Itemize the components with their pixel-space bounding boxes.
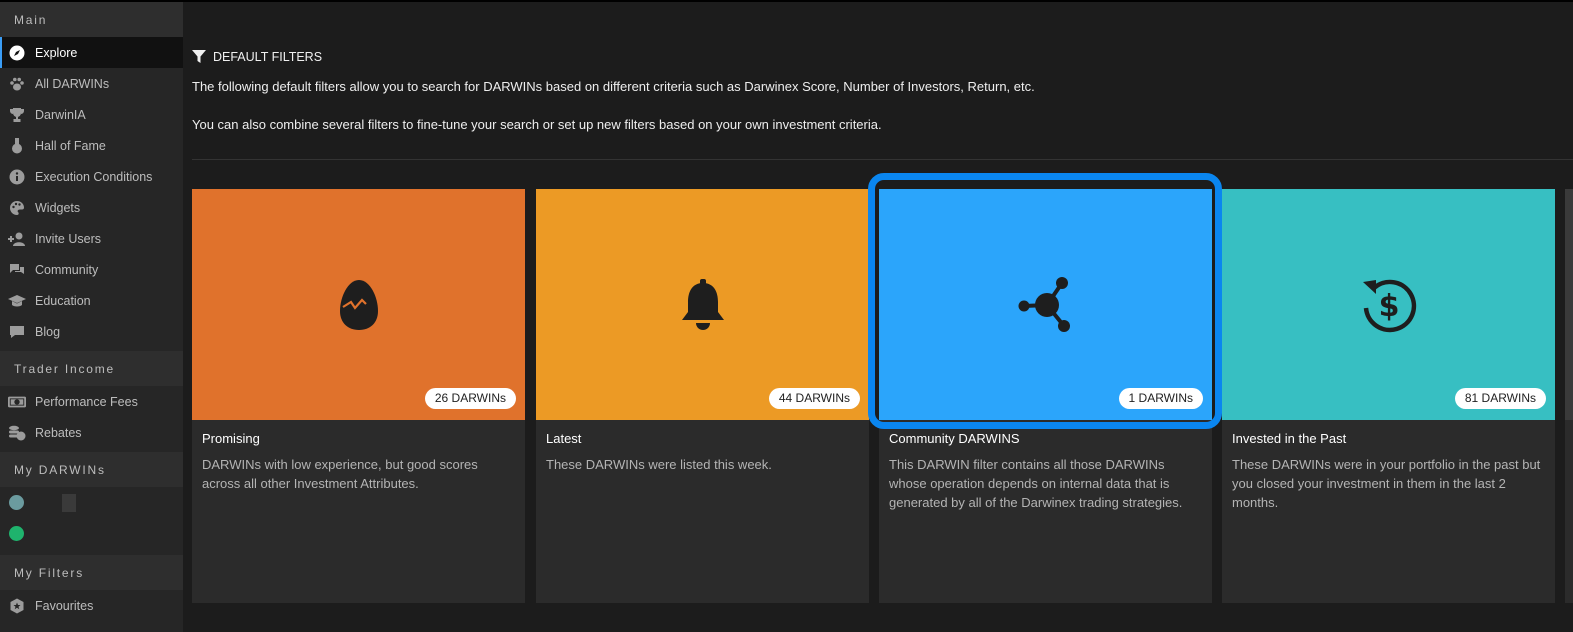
medal-icon	[8, 137, 26, 155]
card-banner: $ 81 DARWINs	[1222, 189, 1555, 420]
card-title: Latest	[546, 431, 582, 446]
filter-card-latest[interactable]: 44 DARWINs Latest These DARWINs were lis…	[536, 189, 869, 603]
card-description: This DARWIN filter contains all those DA…	[889, 457, 1183, 510]
sidebar-item-widgets[interactable]: Widgets	[0, 192, 183, 223]
sidebar-item-blog[interactable]: Blog	[0, 316, 183, 347]
sidebar-item-label: Execution Conditions	[35, 169, 153, 184]
card-banner: 1 DARWINs	[879, 189, 1212, 420]
svg-text:$: $	[1378, 289, 1399, 324]
sidebar-item-label: Blog	[35, 324, 61, 339]
darwin-count-badge: 44 DARWINs	[768, 388, 860, 409]
card-title: Community DARWINS	[889, 431, 1020, 446]
sidebar-item-all-darwins[interactable]: All DARWINs	[0, 68, 183, 99]
filter-card-invested-in-the-past[interactable]: $ 81 DARWINs Invested in the Past These …	[1222, 189, 1555, 603]
user-plus-icon	[8, 230, 26, 248]
dollar-history-icon: $	[1362, 279, 1416, 332]
filters-description: The following default filters allow you …	[192, 79, 1035, 94]
sidebar-item-hall-of-fame[interactable]: Hall of Fame	[0, 130, 183, 161]
sidebar-section-my-darwins: My DARWINs	[0, 452, 183, 487]
network-hub-icon	[1018, 276, 1070, 332]
filter-card-community-darwins[interactable]: 1 DARWINs Community DARWINS This DARWIN …	[879, 189, 1212, 603]
sidebar-item-label: Explore	[35, 45, 78, 60]
compass-icon	[8, 44, 26, 62]
sidebar-section-trader-income: Trader Income	[0, 351, 183, 386]
filter-icon	[192, 50, 206, 63]
sidebar-item-label: DarwinIA	[35, 107, 86, 122]
card-description: These DARWINs were in your portfolio in …	[1232, 457, 1541, 510]
sidebar-item-education[interactable]: Education	[0, 285, 183, 316]
sidebar-item-label: Invite Users	[35, 231, 101, 246]
card-banner: 26 DARWINs	[192, 189, 525, 420]
filter-card-partial[interactable]	[1565, 189, 1573, 603]
card-description: DARWINs with low experience, but good sc…	[202, 457, 478, 491]
darwin-status-dot	[9, 526, 24, 541]
sidebar-item-explore[interactable]: Explore	[0, 37, 183, 68]
comment-icon	[8, 323, 26, 341]
sidebar-item-label: Performance Fees	[35, 394, 138, 409]
sidebar-item-label: Education	[35, 293, 91, 308]
sidebar-section-main: Main	[0, 2, 183, 37]
sidebar-item-favourites[interactable]: Favourites	[0, 590, 183, 621]
chat-bubbles-icon	[8, 261, 26, 279]
my-darwin-item[interactable]	[0, 487, 183, 518]
card-title: Promising	[202, 431, 260, 446]
filter-card-promising[interactable]: 26 DARWINs Promising DARWINs with low ex…	[192, 189, 525, 603]
sidebar-item-label: All DARWINs	[35, 76, 110, 91]
card-title: Invested in the Past	[1232, 431, 1347, 446]
divider	[192, 159, 1573, 160]
graduation-cap-icon	[8, 292, 26, 310]
filters-description-secondary: You can also combine several filters to …	[192, 117, 882, 132]
bell-icon	[681, 278, 724, 330]
darwin-count-badge: 1 DARWINs	[1118, 388, 1203, 409]
darwin-count-badge: 81 DARWINs	[1454, 388, 1546, 409]
sidebar-item-invite-users[interactable]: Invite Users	[0, 223, 183, 254]
darwin-count-badge: 26 DARWINs	[424, 388, 516, 409]
cracked-egg-icon	[339, 279, 378, 330]
palette-icon	[8, 199, 26, 217]
sidebar-item-label: Rebates	[35, 425, 82, 440]
sidebar-item-darwinia[interactable]: DarwinIA	[0, 99, 183, 130]
trophy-icon	[8, 106, 26, 124]
sidebar-item-rebates[interactable]: Rebates	[0, 417, 183, 448]
card-banner	[1565, 189, 1573, 420]
darwin-status-dot	[9, 495, 24, 510]
sidebar-section-my-filters: My Filters	[0, 555, 183, 590]
default-filters-header: DEFAULT FILTERS	[192, 50, 322, 64]
money-bill-icon	[8, 393, 26, 411]
my-darwin-item[interactable]	[0, 518, 183, 549]
card-description: These DARWINs were listed this week.	[546, 457, 772, 472]
info-icon	[8, 168, 26, 186]
shield-star-icon	[8, 597, 26, 615]
coins-icon	[8, 424, 26, 442]
sidebar-item-label: Favourites	[35, 598, 94, 613]
sidebar-item-community[interactable]: Community	[0, 254, 183, 285]
sidebar-item-label: Community	[35, 262, 99, 277]
sidebar: Main Explore All DARWINs DarwinIA Hall o…	[0, 0, 183, 632]
sidebar-item-label: Widgets	[35, 200, 81, 215]
sidebar-item-execution-conditions[interactable]: Execution Conditions	[0, 161, 183, 192]
card-banner: 44 DARWINs	[536, 189, 869, 420]
paw-icon	[8, 75, 26, 93]
sidebar-item-performance-fees[interactable]: Performance Fees	[0, 386, 183, 417]
darwin-thumbnail	[62, 493, 76, 512]
sidebar-item-label: Hall of Fame	[35, 138, 106, 153]
section-title: DEFAULT FILTERS	[213, 50, 323, 64]
